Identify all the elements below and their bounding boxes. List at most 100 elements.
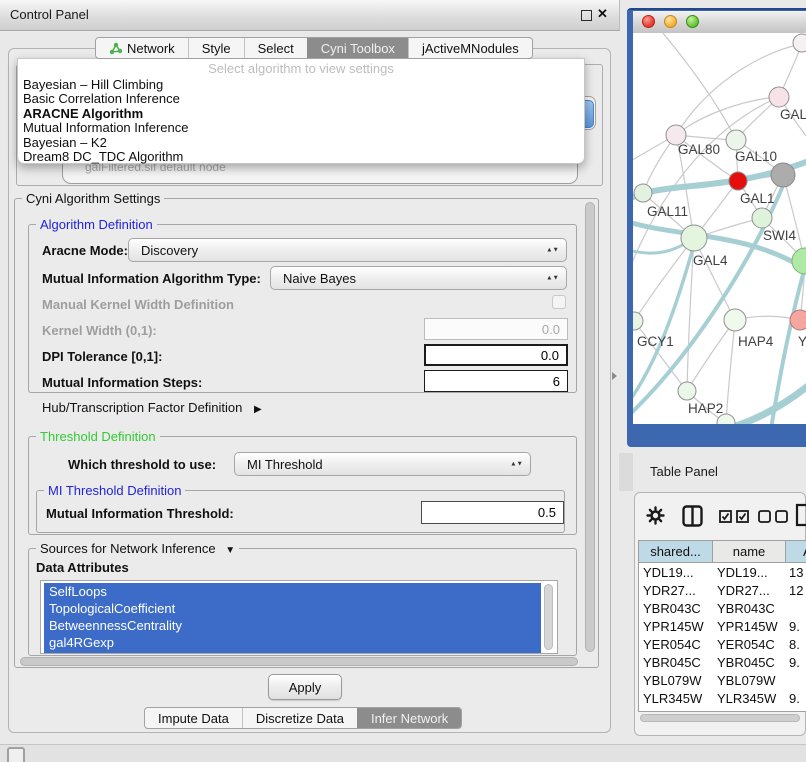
mi-type-combo[interactable]: Naive Bayes ▲▼ xyxy=(270,266,567,290)
network-node[interactable] xyxy=(726,130,746,150)
network-node[interactable] xyxy=(681,225,707,251)
column-header[interactable]: name xyxy=(713,541,786,563)
column-header[interactable]: shared... xyxy=(639,541,713,563)
tab-style-label: Style xyxy=(202,41,231,56)
settings-vertical-scrollbar[interactable] xyxy=(585,202,595,652)
zoom-traffic-light[interactable] xyxy=(686,15,699,28)
dropdown-item[interactable]: Basic Correlation Inference xyxy=(23,92,579,106)
table-row[interactable]: YPR145WYPR145W9. xyxy=(639,617,806,635)
aracne-mode-combo[interactable]: Discovery ▲▼ xyxy=(128,238,567,262)
network-node[interactable] xyxy=(792,248,806,274)
stepper-icon: ▲▼ xyxy=(546,276,559,281)
attribute-items: SelfLoops TopologicalCoefficient Between… xyxy=(44,583,541,654)
settings-group-title: Cyni Algorithm Settings xyxy=(22,191,164,206)
manual-kernel-label: Manual Kernel Width Definition xyxy=(42,297,234,312)
table-row[interactable]: YDR27...YDR27...12 xyxy=(639,581,806,599)
columns-icon[interactable] xyxy=(682,505,703,527)
dropdown-item[interactable]: Dream8 DC_TDC Algorithm xyxy=(23,150,579,164)
expander-collapsed-icon: ▶ xyxy=(254,404,262,415)
stepper-icon: ▲▼ xyxy=(546,248,559,253)
close-icon[interactable]: ✕ xyxy=(597,6,608,22)
mi-threshold-field[interactable]: 0.5 xyxy=(421,501,564,524)
tab-infer-network[interactable]: Infer Network xyxy=(357,708,461,728)
network-node[interactable] xyxy=(633,312,643,330)
node-table[interactable]: shared... name A YDL19...YDL19...13YDR27… xyxy=(638,540,806,712)
data-attributes-list[interactable]: SelfLoops TopologicalCoefficient Between… xyxy=(40,580,558,654)
manual-kernel-checkbox[interactable] xyxy=(552,295,566,309)
mi-threshold-value: 0.5 xyxy=(538,505,556,520)
network-edge[interactable] xyxy=(676,97,779,135)
table-row[interactable]: YBR043CYBR043C xyxy=(639,599,806,617)
network-node[interactable] xyxy=(793,34,806,52)
tab-jactivemnodules[interactable]: jActiveMNodules xyxy=(408,38,532,58)
kernel-width-field: 0.0 xyxy=(424,318,568,340)
network-node[interactable] xyxy=(752,208,772,228)
table-cell: YBL079W xyxy=(639,671,713,689)
float-window-icon[interactable] xyxy=(581,10,592,21)
tab-impute-data[interactable]: Impute Data xyxy=(145,708,242,728)
deselect-all-checkboxes-icon[interactable] xyxy=(758,510,789,523)
tab-cyni-toolbox[interactable]: Cyni Toolbox xyxy=(307,38,408,58)
select-all-checkboxes-icon[interactable] xyxy=(719,510,750,523)
network-node[interactable] xyxy=(769,87,789,107)
apply-button-label: Apply xyxy=(289,680,322,695)
bottom-strip xyxy=(0,744,806,762)
tab-impute-data-label: Impute Data xyxy=(158,711,229,726)
dropdown-item-selected[interactable]: ARACNE Algorithm xyxy=(23,107,579,121)
splitter-handle[interactable] xyxy=(619,453,633,491)
network-edge[interactable] xyxy=(726,320,735,423)
attribute-item-selected[interactable]: gal4RGexp xyxy=(44,634,541,651)
which-threshold-combo[interactable]: MI Threshold ▲▼ xyxy=(234,452,531,476)
attribute-item-partial xyxy=(44,651,541,654)
apply-button[interactable]: Apply xyxy=(268,674,342,700)
table-row[interactable]: YDL19...YDL19...13 xyxy=(639,563,806,581)
tab-network[interactable]: Network xyxy=(96,38,188,58)
table-row[interactable]: YIL052CYIL052C9 xyxy=(639,707,806,712)
list-scrollbar[interactable] xyxy=(544,584,553,650)
file-export-icon[interactable] xyxy=(795,503,806,527)
network-canvas[interactable]: GALGAL80GAL10GAL1GAL11SWI4GAL4GCY1HAP4YH… xyxy=(633,33,806,424)
network-node[interactable] xyxy=(724,309,746,331)
minimize-traffic-light[interactable] xyxy=(664,15,677,28)
mi-type-value: Naive Bayes xyxy=(283,271,356,286)
tab-discretize-data[interactable]: Discretize Data xyxy=(242,708,357,728)
hub-definition-expander[interactable]: Hub/Transcription Factor Definition ▶ xyxy=(42,400,262,415)
network-node[interactable] xyxy=(729,172,747,190)
algorithm-dropdown[interactable]: Select algorithm to view settings Bayesi… xyxy=(17,58,585,164)
settings-horizontal-scrollbar[interactable] xyxy=(20,657,578,666)
tab-select[interactable]: Select xyxy=(244,38,307,58)
partial-icon[interactable] xyxy=(7,747,25,762)
attribute-item-selected[interactable]: TopologicalCoefficient xyxy=(44,600,541,617)
dropdown-item[interactable]: Bayesian – Hill Climbing xyxy=(23,78,579,92)
panel-title: Control Panel xyxy=(10,7,89,22)
tab-style[interactable]: Style xyxy=(188,38,244,58)
dpi-tolerance-field[interactable]: 0.0 xyxy=(424,344,568,366)
node-label: HAP2 xyxy=(688,401,723,416)
table-horizontal-scrollbar[interactable] xyxy=(640,714,800,722)
gear-icon[interactable] xyxy=(646,506,665,525)
network-node[interactable] xyxy=(790,310,806,330)
column-header[interactable]: A xyxy=(786,541,806,563)
tab-network-label: Network xyxy=(127,41,175,56)
network-window-titlebar[interactable] xyxy=(633,11,806,34)
attribute-item-selected[interactable]: BetweennessCentrality xyxy=(44,617,541,634)
node-label: HAP4 xyxy=(738,334,774,349)
network-edge[interactable] xyxy=(658,33,736,140)
network-node[interactable] xyxy=(771,163,795,187)
app-screen: Control Panel ✕ galFiltered.sif default … xyxy=(0,0,806,762)
close-traffic-light[interactable] xyxy=(642,15,655,28)
attribute-item-selected[interactable]: SelfLoops xyxy=(44,583,541,600)
dropdown-item[interactable]: Mutual Information Inference xyxy=(23,121,579,135)
table-row[interactable]: YER054CYER054C8. xyxy=(639,635,806,653)
network-edge[interactable] xyxy=(687,320,735,391)
sources-group-title[interactable]: Sources for Network Inference ▼ xyxy=(36,541,239,556)
table-row[interactable]: YBR045CYBR045C9. xyxy=(639,653,806,671)
network-node[interactable] xyxy=(678,382,696,400)
mi-steps-field[interactable]: 6 xyxy=(424,370,568,392)
network-node[interactable] xyxy=(634,184,652,202)
table-row[interactable]: YBL079WYBL079W xyxy=(639,671,806,689)
dropdown-item[interactable]: Bayesian – K2 xyxy=(23,136,579,150)
splitter-collapse-arrow[interactable] xyxy=(612,372,617,380)
table-row[interactable]: YLR345WYLR345W9. xyxy=(639,689,806,707)
stepper-icon: ▲▼ xyxy=(510,462,523,467)
